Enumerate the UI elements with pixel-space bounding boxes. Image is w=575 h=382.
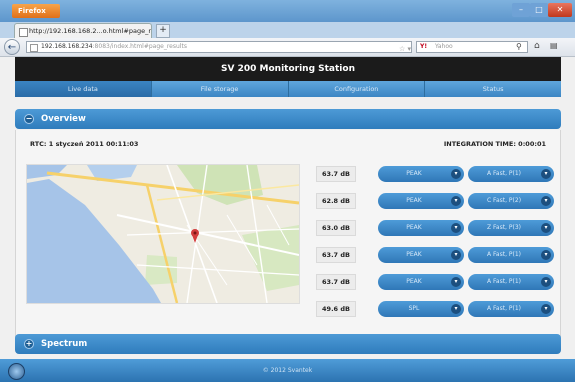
- page-footer: © 2012 Svantek: [0, 359, 575, 382]
- browser-tab[interactable]: http://192.168.168.2...o.html#page_resul…: [14, 23, 152, 38]
- chevron-down-icon: ▾: [541, 223, 551, 233]
- overview-heading: Overview: [41, 114, 86, 124]
- weighting-label: A Fast, P(1): [487, 170, 521, 177]
- browser-tab-strip: http://192.168.168.2...o.html#page_resul…: [0, 22, 575, 38]
- search-placeholder: Yahoo: [435, 43, 453, 50]
- weighting-select[interactable]: Z Fast, P(3) ▾: [468, 220, 554, 236]
- level-value: 63.0 dB: [316, 220, 356, 236]
- weighting-select[interactable]: A Fast, P(1) ▾: [468, 166, 554, 182]
- chevron-down-icon: ▾: [451, 196, 461, 206]
- url-path: :8083/index.html#page_results: [92, 43, 187, 50]
- mode-label: PEAK: [406, 278, 422, 285]
- window-titlebar: Firefox – □ ✕: [0, 0, 575, 22]
- level-value: 63.7 dB: [316, 166, 356, 182]
- main-navigation: Live data File storage Configuration Sta…: [15, 81, 561, 97]
- home-icon[interactable]: ⌂: [534, 41, 540, 51]
- star-icon[interactable]: ☆ ▾ C: [399, 44, 411, 52]
- chevron-down-icon: ▾: [451, 277, 461, 287]
- chevron-down-icon: ▾: [451, 169, 461, 179]
- browser-nav-bar: ← 192.168.168.234:8083/index.html#page_r…: [0, 38, 575, 57]
- page-icon: [19, 28, 28, 37]
- map-image: [27, 165, 299, 303]
- level-row: 63.7 dB PEAK ▾ A Fast, P(1) ▾: [314, 166, 554, 182]
- tab-configuration[interactable]: Configuration: [288, 81, 426, 97]
- weighting-label: Z Fast, P(3): [486, 224, 521, 231]
- chevron-down-icon: ▾: [451, 250, 461, 260]
- level-row: 62.8 dB PEAK ▾ C Fast, P(2) ▾: [314, 193, 554, 209]
- expand-icon: +: [24, 339, 34, 349]
- level-row: 63.7 dB PEAK ▾ A Fast, P(1) ▾: [314, 274, 554, 290]
- mode-select[interactable]: PEAK ▾: [378, 247, 464, 263]
- yahoo-icon: Y!: [420, 43, 428, 50]
- chevron-down-icon: ▾: [451, 304, 461, 314]
- tab-status[interactable]: Status: [425, 81, 561, 97]
- magnifier-icon[interactable]: ⚲: [516, 42, 522, 51]
- level-row: 63.7 dB PEAK ▾ A Fast, P(1) ▾: [314, 247, 554, 263]
- weighting-label: A Fast, P(1): [487, 305, 521, 312]
- chevron-down-icon: ▾: [541, 250, 551, 260]
- weighting-select[interactable]: A Fast, P(1) ▾: [468, 301, 554, 317]
- web-page: SV 200 Monitoring Station Live data File…: [0, 57, 575, 382]
- start-orb-icon[interactable]: [8, 363, 25, 380]
- back-arrow-icon[interactable]: ←: [4, 39, 20, 55]
- level-value: 62.8 dB: [316, 193, 356, 209]
- spectrum-section-header[interactable]: + Spectrum: [15, 334, 561, 354]
- url-host: 192.168.168.234: [41, 43, 93, 50]
- chevron-down-icon: ▾: [541, 169, 551, 179]
- mode-select[interactable]: PEAK ▾: [378, 220, 464, 236]
- mode-select[interactable]: SPL ▾: [378, 301, 464, 317]
- weighting-label: A Fast, P(1): [487, 251, 521, 258]
- firefox-menu-button[interactable]: Firefox: [12, 4, 60, 18]
- weighting-label: C Fast, P(2): [486, 197, 522, 204]
- search-input[interactable]: Y! Yahoo: [416, 41, 528, 53]
- mode-label: PEAK: [406, 170, 422, 177]
- weighting-select[interactable]: C Fast, P(2) ▾: [468, 193, 554, 209]
- rtc-clock: RTC: 1 styczeń 2011 00:11:03: [30, 140, 139, 148]
- close-window-button[interactable]: ✕: [548, 3, 572, 17]
- weighting-label: A Fast, P(1): [487, 278, 521, 285]
- chevron-down-icon: ▾: [541, 304, 551, 314]
- mode-select[interactable]: PEAK ▾: [378, 166, 464, 182]
- mode-label: PEAK: [406, 251, 422, 258]
- chevron-down-icon: ▾: [541, 277, 551, 287]
- page-title: SV 200 Monitoring Station: [15, 57, 561, 82]
- spectrum-heading: Spectrum: [41, 339, 88, 349]
- mode-select[interactable]: PEAK ▾: [378, 193, 464, 209]
- minimize-button[interactable]: –: [512, 3, 530, 17]
- address-bar[interactable]: 192.168.168.234:8083/index.html#page_res…: [26, 41, 412, 53]
- collapse-icon: −: [24, 114, 34, 124]
- integration-time: INTEGRATION TIME: 0:00:01: [443, 140, 546, 148]
- new-tab-button[interactable]: +: [156, 24, 170, 38]
- level-row: 63.0 dB PEAK ▾ Z Fast, P(3) ▾: [314, 220, 554, 236]
- mode-select[interactable]: PEAK ▾: [378, 274, 464, 290]
- chevron-down-icon: ▾: [451, 223, 461, 233]
- overview-section-header[interactable]: − Overview: [15, 109, 561, 129]
- chevron-down-icon: ▾: [541, 196, 551, 206]
- mode-label: PEAK: [406, 224, 422, 231]
- browser-tab-title: http://192.168.168.2...o.html#page_resul…: [29, 27, 151, 35]
- tab-live-data[interactable]: Live data: [15, 81, 152, 97]
- level-value: 49.6 dB: [316, 301, 356, 317]
- level-value: 63.7 dB: [316, 247, 356, 263]
- location-map[interactable]: [26, 164, 300, 304]
- weighting-select[interactable]: A Fast, P(1) ▾: [468, 247, 554, 263]
- mode-label: SPL: [408, 305, 420, 312]
- bookmarks-menu-icon[interactable]: ▤: [550, 41, 558, 50]
- level-value: 63.7 dB: [316, 274, 356, 290]
- overview-panel: RTC: 1 styczeń 2011 00:11:03 INTEGRATION…: [15, 130, 561, 340]
- site-identity-icon: [30, 44, 38, 52]
- level-row: 49.6 dB SPL ▾ A Fast, P(1) ▾: [314, 301, 554, 317]
- maximize-button[interactable]: □: [530, 3, 548, 17]
- tab-file-storage[interactable]: File storage: [151, 81, 289, 97]
- weighting-select[interactable]: A Fast, P(1) ▾: [468, 274, 554, 290]
- mode-label: PEAK: [406, 197, 422, 204]
